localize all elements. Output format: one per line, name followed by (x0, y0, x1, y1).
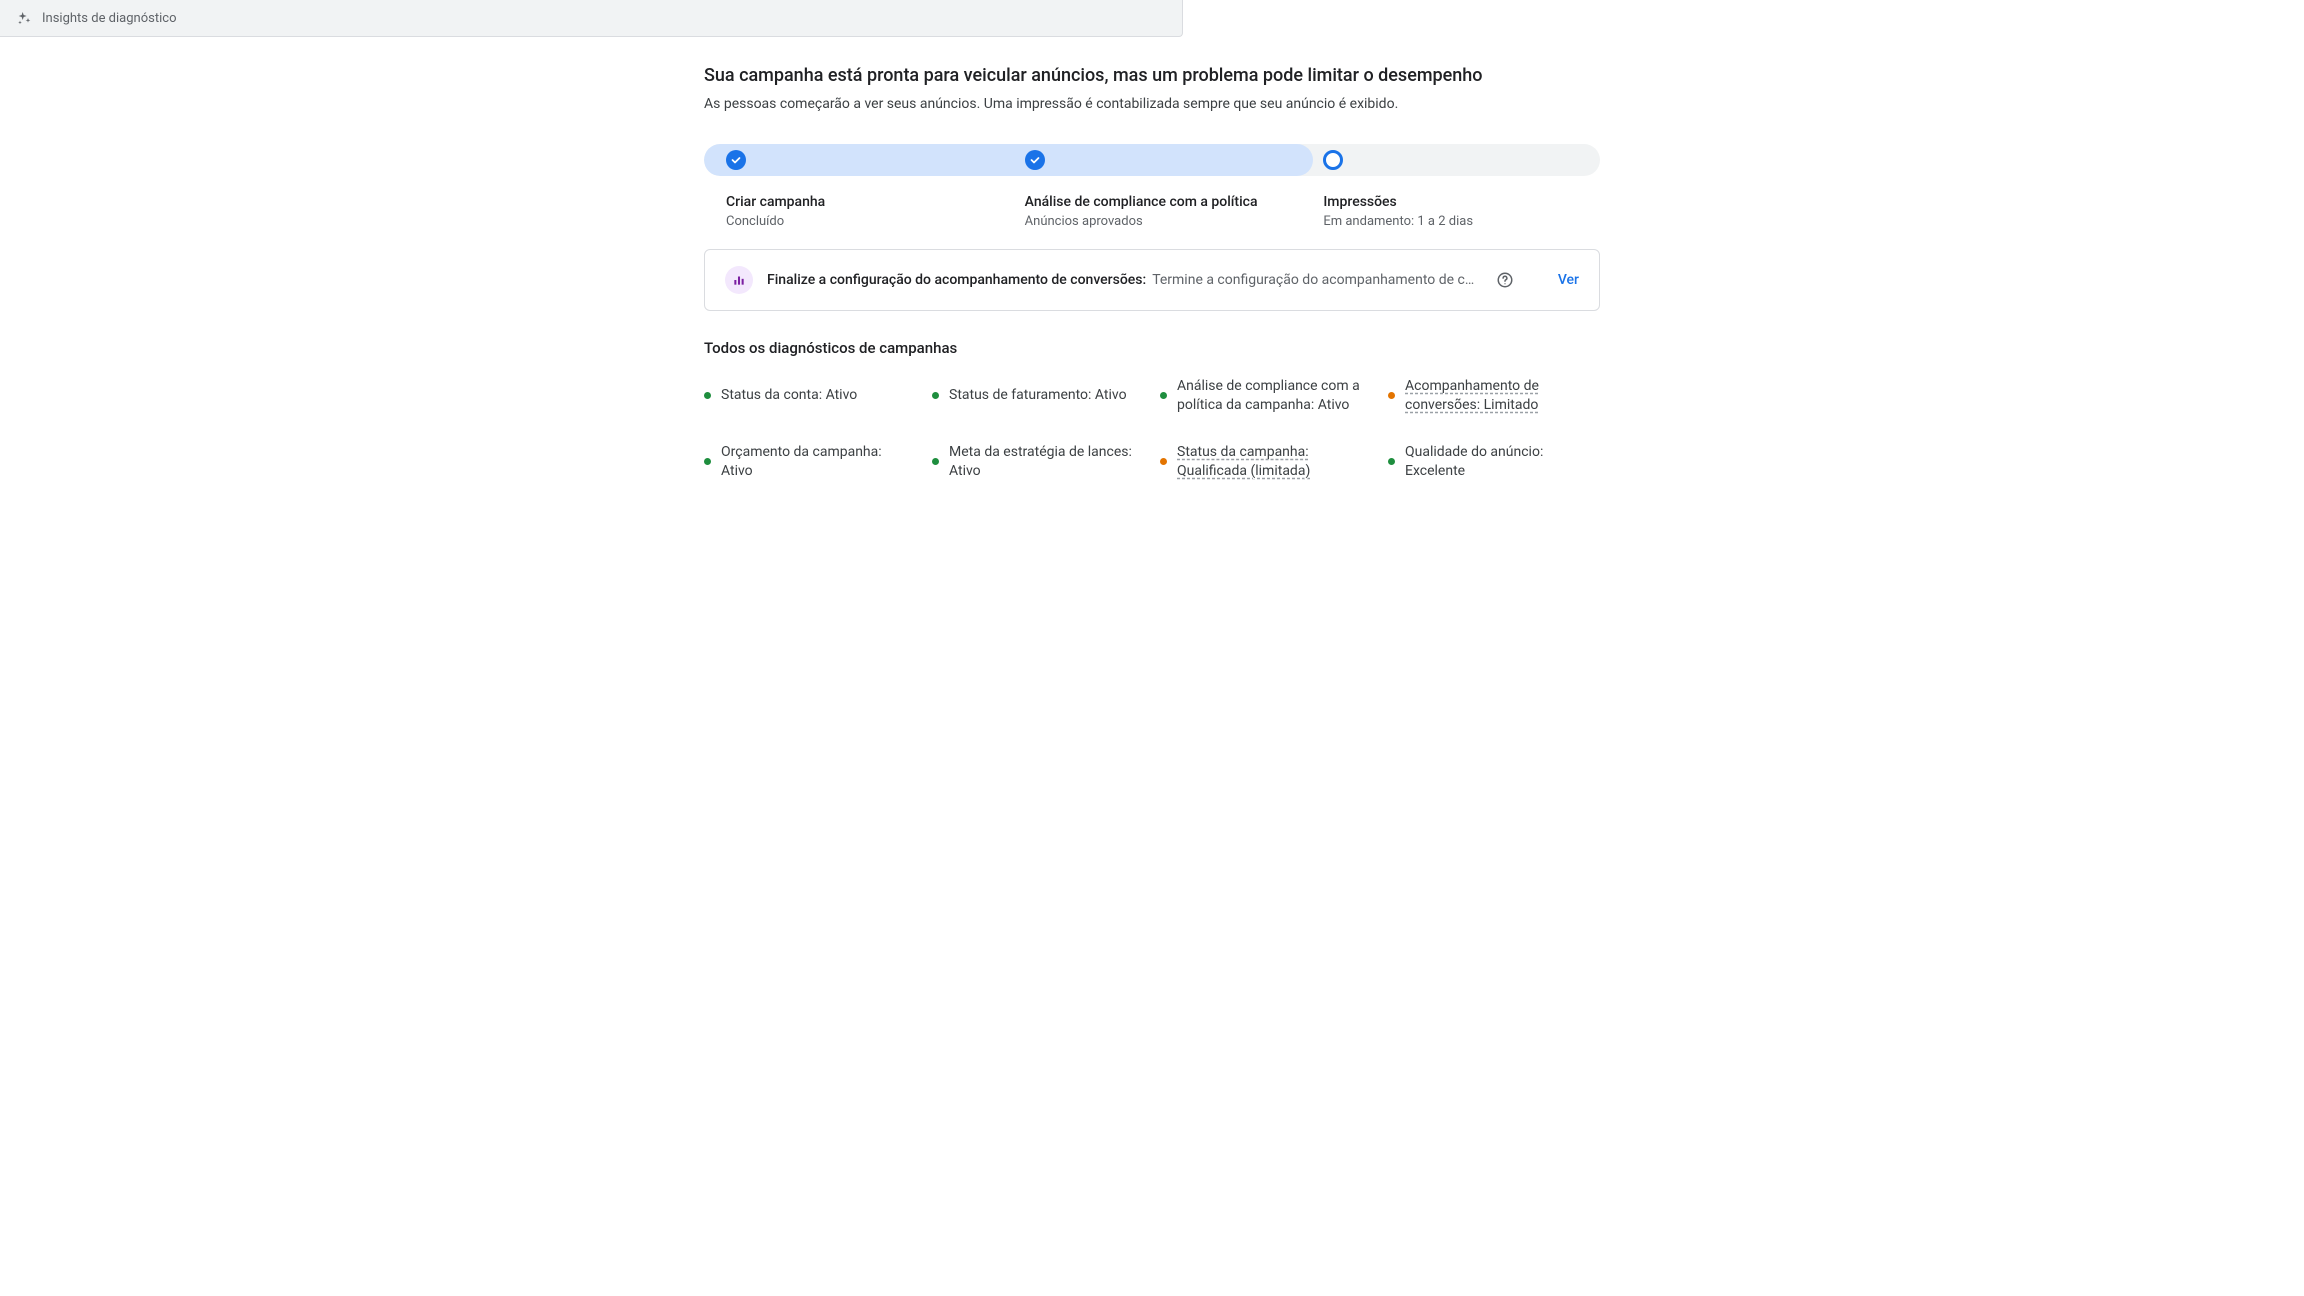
diagnostics-heading: Todos os diagnósticos de campanhas (704, 339, 1600, 357)
status-dot-green-icon (704, 392, 711, 399)
step-subtitle: Anúncios aprovados (1025, 214, 1282, 229)
step-title: Criar campanha (726, 194, 983, 210)
progress-step-2 (1301, 144, 1600, 176)
diagnostic-item[interactable]: Acompanhamento de conversões: Limitado (1388, 377, 1600, 415)
diagnostics-header: Insights de diagnóstico (0, 0, 1183, 37)
check-icon (726, 150, 746, 170)
progress-tracker: Criar campanha Concluído Análise de compli… (704, 144, 1600, 229)
status-dot-green-icon (932, 458, 939, 465)
diagnostic-item: Meta da estratégia de lances: Ativo (932, 443, 1144, 481)
progress-step-0 (704, 144, 1003, 176)
check-icon (1025, 150, 1045, 170)
status-dot-green-icon (1388, 458, 1395, 465)
progress-nodes (704, 144, 1600, 176)
progress-track (704, 144, 1600, 176)
content-area: Sua campanha está pronta para veicular a… (696, 65, 1608, 481)
sparkle-icon (16, 10, 32, 26)
diagnostic-text: Status de faturamento: Ativo (949, 386, 1127, 405)
status-dot-green-icon (932, 392, 939, 399)
progress-step-label-2: Impressões Em andamento: 1 a 2 dias (1301, 194, 1600, 229)
step-title: Impressões (1323, 194, 1580, 210)
page-heading: Sua campanha está pronta para veicular a… (704, 65, 1600, 86)
progress-labels: Criar campanha Concluído Análise de compli… (704, 194, 1600, 229)
page-subheading: As pessoas começarão a ver seus anúncios… (704, 96, 1600, 112)
progress-step-label-0: Criar campanha Concluído (704, 194, 1003, 229)
status-dot-green-icon (704, 458, 711, 465)
status-dot-orange-icon (1388, 392, 1395, 399)
diagnostic-text: Análise de compliance com a política da … (1177, 377, 1372, 415)
diagnostic-text: Status da campanha: Qualificada (limitad… (1177, 443, 1372, 481)
diagnostic-item: Análise de compliance com a política da … (1160, 377, 1372, 415)
alert-description: Termine a configuração do acompanhamento… (1152, 272, 1482, 288)
diagnostic-text: Meta da estratégia de lances: Ativo (949, 443, 1144, 481)
diagnostics-grid: Status da conta: Ativo Status de faturame… (704, 377, 1600, 481)
help-icon[interactable] (1496, 271, 1514, 289)
pending-circle-icon (1323, 150, 1343, 170)
progress-step-1 (1003, 144, 1302, 176)
diagnostic-item: Status da conta: Ativo (704, 377, 916, 415)
diagnostic-item: Orçamento da campanha: Ativo (704, 443, 916, 481)
diagnostic-text: Orçamento da campanha: Ativo (721, 443, 916, 481)
progress-step-label-1: Análise de compliance com a política Anún… (1003, 194, 1302, 229)
view-link[interactable]: Ver (1528, 272, 1579, 288)
step-subtitle: Em andamento: 1 a 2 dias (1323, 214, 1580, 229)
diagnostic-item: Qualidade do anúncio: Excelente (1388, 443, 1600, 481)
diagnostic-text: Acompanhamento de conversões: Limitado (1405, 377, 1600, 415)
step-subtitle: Concluído (726, 214, 983, 229)
conversion-alert-card: Finalize a configuração do acompanhament… (704, 249, 1600, 311)
chart-bar-icon (725, 266, 753, 294)
diagnostic-item[interactable]: Status da campanha: Qualificada (limitad… (1160, 443, 1372, 481)
step-title: Análise de compliance com a política (1025, 194, 1282, 210)
alert-title: Finalize a configuração do acompanhament… (767, 272, 1146, 288)
header-title: Insights de diagnóstico (42, 11, 176, 26)
alert-text: Finalize a configuração do acompanhament… (767, 272, 1482, 288)
diagnostic-text: Qualidade do anúncio: Excelente (1405, 443, 1600, 481)
diagnostic-text: Status da conta: Ativo (721, 386, 857, 405)
status-dot-green-icon (1160, 392, 1167, 399)
status-dot-orange-icon (1160, 458, 1167, 465)
diagnostic-item: Status de faturamento: Ativo (932, 377, 1144, 415)
